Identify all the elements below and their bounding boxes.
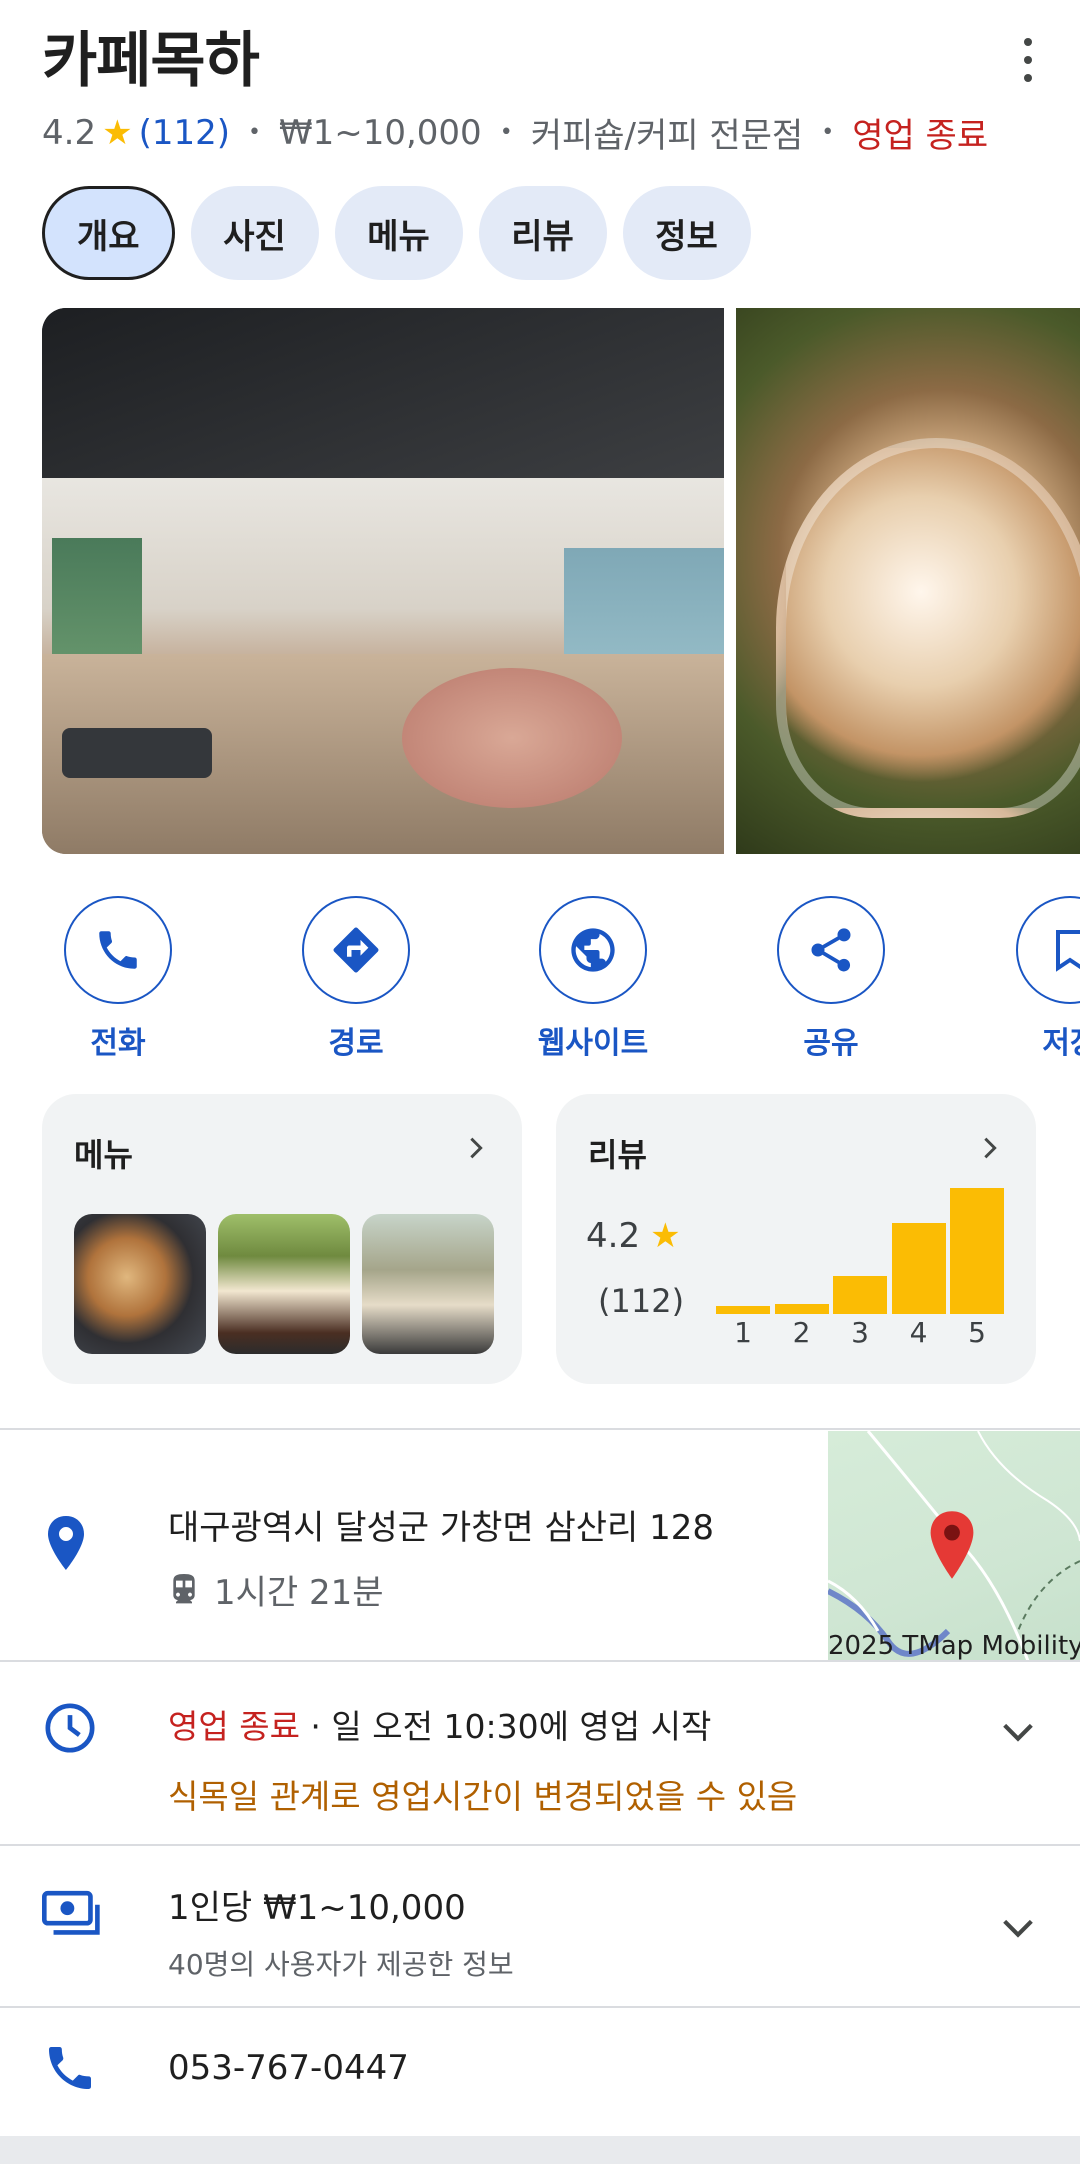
tab-photos[interactable]: 사진	[190, 186, 319, 280]
menu-thumbnail[interactable]	[218, 1214, 350, 1354]
tab-menu[interactable]: 메뉴	[334, 186, 463, 280]
action-bar: 전화 경로 웹사이트 공유 저장	[0, 896, 1080, 1061]
review-card-title: 리뷰	[588, 1136, 647, 1174]
rating-value: 4.2	[42, 112, 97, 153]
review-score: 4.2 ★	[586, 1216, 687, 1256]
more-options-icon[interactable]	[1016, 38, 1040, 82]
share-icon	[777, 896, 885, 1004]
call-button[interactable]: 전화	[38, 896, 198, 1062]
rating-bar-3	[833, 1276, 887, 1314]
tab-bar: 개요 사진 메뉴 리뷰 정보	[42, 186, 751, 280]
map-credit: 2025 TMap Mobility	[828, 1631, 1080, 1661]
hours-status-line: 영업 종료 · 일 오전 10:30에 영업 시작	[168, 1700, 797, 1748]
rating-bar-2	[774, 1304, 829, 1314]
divider	[0, 1660, 1080, 1662]
divider	[0, 2006, 1080, 2008]
star-icon: ★	[102, 112, 133, 153]
train-icon	[173, 1573, 195, 1603]
open-status: 영업 종료	[852, 116, 989, 156]
globe-icon	[539, 896, 647, 1004]
separator-dot: •	[821, 120, 835, 145]
divider	[0, 1428, 1080, 1430]
website-label: 웹사이트	[537, 1026, 649, 1061]
tab-reviews[interactable]: 리뷰	[478, 186, 607, 280]
rating-bar-1	[716, 1306, 770, 1314]
photo-carousel[interactable]	[42, 308, 1080, 854]
hours-closed-status: 영업 종료	[168, 1707, 300, 1746]
menu-thumbnail[interactable]	[74, 1214, 206, 1354]
review-rating-value: 4.2	[586, 1216, 641, 1256]
chevron-down-icon[interactable]	[998, 1712, 1038, 1752]
address-text: 대구광역시 달성군 가창면 삼산리 128	[168, 1508, 715, 1548]
call-label: 전화	[90, 1026, 146, 1061]
rating-bar-label: 1	[734, 1316, 752, 1349]
share-button[interactable]: 공유	[751, 896, 911, 1062]
tab-overview[interactable]: 개요	[42, 186, 175, 280]
save-button[interactable]: 저장	[990, 896, 1080, 1062]
directions-button[interactable]: 경로	[276, 896, 436, 1062]
menu-thumbnail[interactable]	[362, 1214, 494, 1354]
rating-bar-label: 5	[968, 1316, 986, 1349]
share-label: 공유	[803, 1026, 859, 1061]
review-count-link[interactable]: (112)	[139, 113, 230, 153]
map-marker-icon	[930, 1511, 974, 1579]
price-range: ₩1~10,000	[278, 112, 482, 153]
tab-info[interactable]: 정보	[622, 186, 751, 280]
separator-dot: •	[499, 120, 513, 145]
price-source-note: 40명의 사용자가 제공한 정보	[168, 1948, 514, 1981]
directions-icon	[302, 896, 410, 1004]
phone-number[interactable]: 053-767-0447	[168, 2048, 409, 2088]
map-preview[interactable]: 2025 TMap Mobility	[828, 1431, 1080, 1661]
price-per-person: 1인당 ₩1~10,000	[168, 1888, 466, 1928]
star-icon: ★	[650, 1216, 681, 1256]
transit-info: 1시간 21분	[168, 1565, 714, 1614]
directions-label: 경로	[328, 1026, 384, 1061]
category-label: 커피숍/커피 전문점	[530, 116, 804, 156]
rating-bar-label: 4	[909, 1316, 928, 1349]
chevron-right-icon	[470, 1137, 483, 1159]
place-title: 카페목하	[42, 26, 260, 96]
menu-thumbnails	[74, 1214, 494, 1354]
review-count: (112)	[598, 1282, 685, 1320]
bottom-edge	[0, 2136, 1080, 2164]
rating-bar-5	[950, 1188, 1004, 1314]
place-summary: 4.2 ★ (112) • ₩1~10,000 • 커피숍/커피 전문점 • 영…	[42, 108, 988, 157]
save-label: 저장	[1042, 1026, 1080, 1061]
rating-bar-label: 2	[792, 1316, 811, 1349]
divider	[0, 1844, 1080, 1846]
chevron-right-icon	[984, 1137, 997, 1159]
transit-time: 1시간 21분	[214, 1573, 384, 1613]
chevron-down-icon[interactable]	[998, 1908, 1038, 1948]
review-card[interactable]: 리뷰 4.2 ★ (112) 1 2 3 4 5	[556, 1094, 1036, 1384]
rating-bar-4	[891, 1223, 946, 1314]
money-icon	[42, 1890, 100, 1935]
menu-card[interactable]: 메뉴	[42, 1094, 522, 1384]
cafe-interior-photo[interactable]	[42, 308, 724, 854]
phone-icon	[64, 896, 172, 1004]
hours-next-open: · 일 오전 10:30에 영업 시작	[299, 1707, 712, 1746]
clock-icon	[45, 1703, 95, 1753]
menu-card-title: 메뉴	[74, 1136, 133, 1174]
location-pin-icon	[48, 1516, 84, 1570]
phone-icon	[49, 2047, 91, 2089]
bookmark-icon	[1016, 896, 1080, 1004]
website-button[interactable]: 웹사이트	[513, 896, 673, 1062]
rating-bar-label: 3	[851, 1316, 869, 1349]
coffee-drink-photo[interactable]	[736, 308, 1080, 854]
separator-dot: •	[248, 120, 261, 145]
hours-warning: 식목일 관계로 영업시간이 변경되었을 수 있음	[168, 1777, 798, 1816]
